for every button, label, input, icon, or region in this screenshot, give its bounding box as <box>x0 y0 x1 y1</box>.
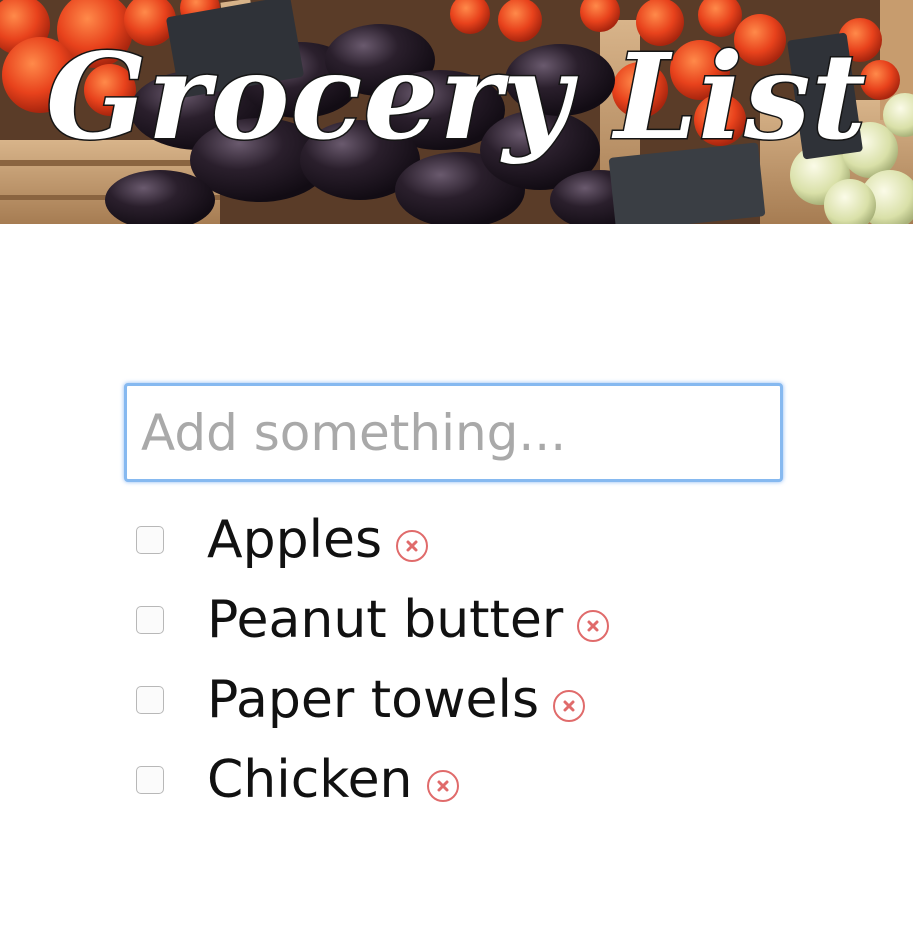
page-title: Grocery List <box>44 26 868 168</box>
list-item: Chicken <box>136 740 836 820</box>
item-label: Apples <box>207 510 383 570</box>
item-checkbox[interactable] <box>136 766 164 794</box>
item-label: Paper towels <box>207 670 540 730</box>
remove-item-button[interactable] <box>577 610 610 642</box>
remove-item-button[interactable] <box>396 530 429 562</box>
list-item: Apples <box>136 500 836 580</box>
item-checkbox[interactable] <box>136 526 164 554</box>
add-item-input[interactable] <box>124 383 783 482</box>
item-checkbox[interactable] <box>136 606 164 634</box>
close-circle-icon <box>587 620 599 632</box>
item-label: Chicken <box>207 750 413 810</box>
close-circle-icon <box>406 540 418 552</box>
list-item: Paper towels <box>136 660 836 740</box>
header-banner: Grocery List <box>0 0 913 224</box>
close-circle-icon <box>437 780 449 792</box>
item-checkbox[interactable] <box>136 686 164 714</box>
list-item: Peanut butter <box>136 580 836 660</box>
grocery-item-list: Apples Peanut butter Paper towels Chicke… <box>136 500 836 820</box>
close-circle-icon <box>563 700 575 712</box>
item-label: Peanut butter <box>207 590 564 650</box>
remove-item-button[interactable] <box>426 770 459 802</box>
remove-item-button[interactable] <box>553 690 586 722</box>
grocery-list-page: Grocery List Apples Peanut butter <box>0 0 913 936</box>
